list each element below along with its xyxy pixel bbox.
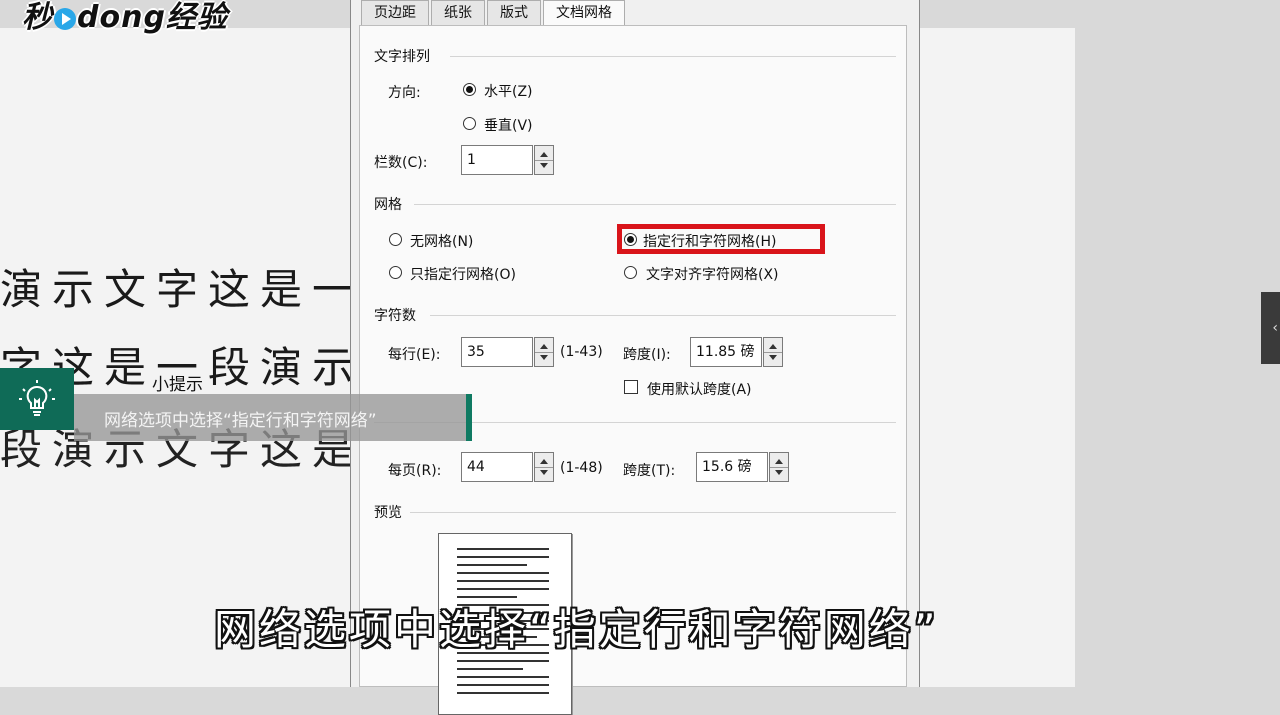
radio-lines-only[interactable] — [389, 266, 402, 279]
radio-horizontal[interactable] — [463, 83, 476, 96]
lightbulb-icon — [0, 368, 74, 430]
video-subtitle: 网络选项中选择“指定行和字符网络” — [214, 605, 939, 654]
document-text-line: 演示文字这是一 — [0, 265, 365, 314]
radio-lines-only-label[interactable]: 只指定行网格(O) — [410, 264, 516, 284]
divider — [410, 512, 896, 513]
document-grid-panel: 文字排列 方向: 水平(Z) 垂直(V) 栏数(C): 1 网格 无网格(N) … — [359, 25, 907, 715]
section-title-characters: 字符数 — [374, 308, 416, 324]
page-setup-dialog: 页边距 纸张 版式 文档网格 文字排列 方向: 水平(Z) 垂直(V) 栏数(C… — [350, 0, 920, 715]
logo-text-a: 秒 — [22, 0, 53, 35]
radio-snap-chars[interactable] — [624, 266, 637, 279]
per-page-label: 每页(R): — [388, 463, 442, 479]
line-pitch-label: 跨度(T): — [623, 463, 676, 479]
radio-horizontal-label[interactable]: 水平(Z) — [484, 81, 533, 101]
watermark-logo: 秒 dong经验 — [22, 0, 228, 36]
per-page-input[interactable]: 44 — [461, 452, 533, 482]
radio-vertical-label[interactable]: 垂直(V) — [484, 115, 533, 135]
radio-no-grid[interactable] — [389, 233, 402, 246]
columns-spinner[interactable] — [534, 145, 554, 175]
tab-margins[interactable]: 页边距 — [361, 0, 429, 25]
tip-title: 小提示 — [152, 375, 203, 395]
per-page-spinner[interactable] — [534, 452, 554, 482]
columns-label: 栏数(C): — [374, 155, 428, 171]
per-line-spinner[interactable] — [534, 337, 554, 367]
red-highlight-box — [617, 224, 825, 254]
per-line-label: 每行(E): — [388, 347, 441, 363]
play-icon — [54, 7, 76, 30]
chevron-left-icon: ‹ — [1272, 320, 1278, 336]
logo-text-b: dong经验 — [77, 0, 228, 35]
section-title-text-direction: 文字排列 — [374, 49, 430, 65]
radio-vertical[interactable] — [463, 117, 476, 130]
tip-text: 网络选项中选择“指定行和字符网络” — [104, 411, 377, 431]
default-pitch-label[interactable]: 使用默认跨度(A) — [647, 379, 752, 399]
default-pitch-checkbox[interactable] — [624, 380, 638, 394]
radio-snap-chars-label[interactable]: 文字对齐字符网格(X) — [646, 264, 779, 284]
char-pitch-label: 跨度(I): — [623, 347, 671, 363]
tab-paper[interactable]: 纸张 — [431, 0, 485, 25]
divider — [414, 204, 896, 205]
line-pitch-input[interactable]: 15.6 磅 — [696, 452, 768, 482]
section-title-preview: 预览 — [374, 505, 402, 521]
line-pitch-spinner[interactable] — [769, 452, 789, 482]
section-title-grid: 网格 — [374, 197, 402, 213]
radio-no-grid-label[interactable]: 无网格(N) — [410, 231, 473, 251]
tab-document-grid[interactable]: 文档网格 — [543, 0, 625, 27]
per-line-range: (1-43) — [560, 344, 603, 360]
dialog-tabs: 页边距 纸张 版式 文档网格 — [361, 0, 627, 27]
columns-input[interactable]: 1 — [461, 145, 533, 175]
side-panel-handle[interactable]: ‹ — [1261, 292, 1280, 364]
per-line-input[interactable]: 35 — [461, 337, 533, 367]
char-pitch-input[interactable]: 11.85 磅 — [690, 337, 762, 367]
char-pitch-spinner[interactable] — [763, 337, 783, 367]
tab-layout[interactable]: 版式 — [487, 0, 541, 25]
divider — [430, 315, 896, 316]
per-page-range: (1-48) — [560, 460, 603, 476]
direction-label: 方向: — [388, 85, 421, 101]
divider — [450, 56, 896, 57]
